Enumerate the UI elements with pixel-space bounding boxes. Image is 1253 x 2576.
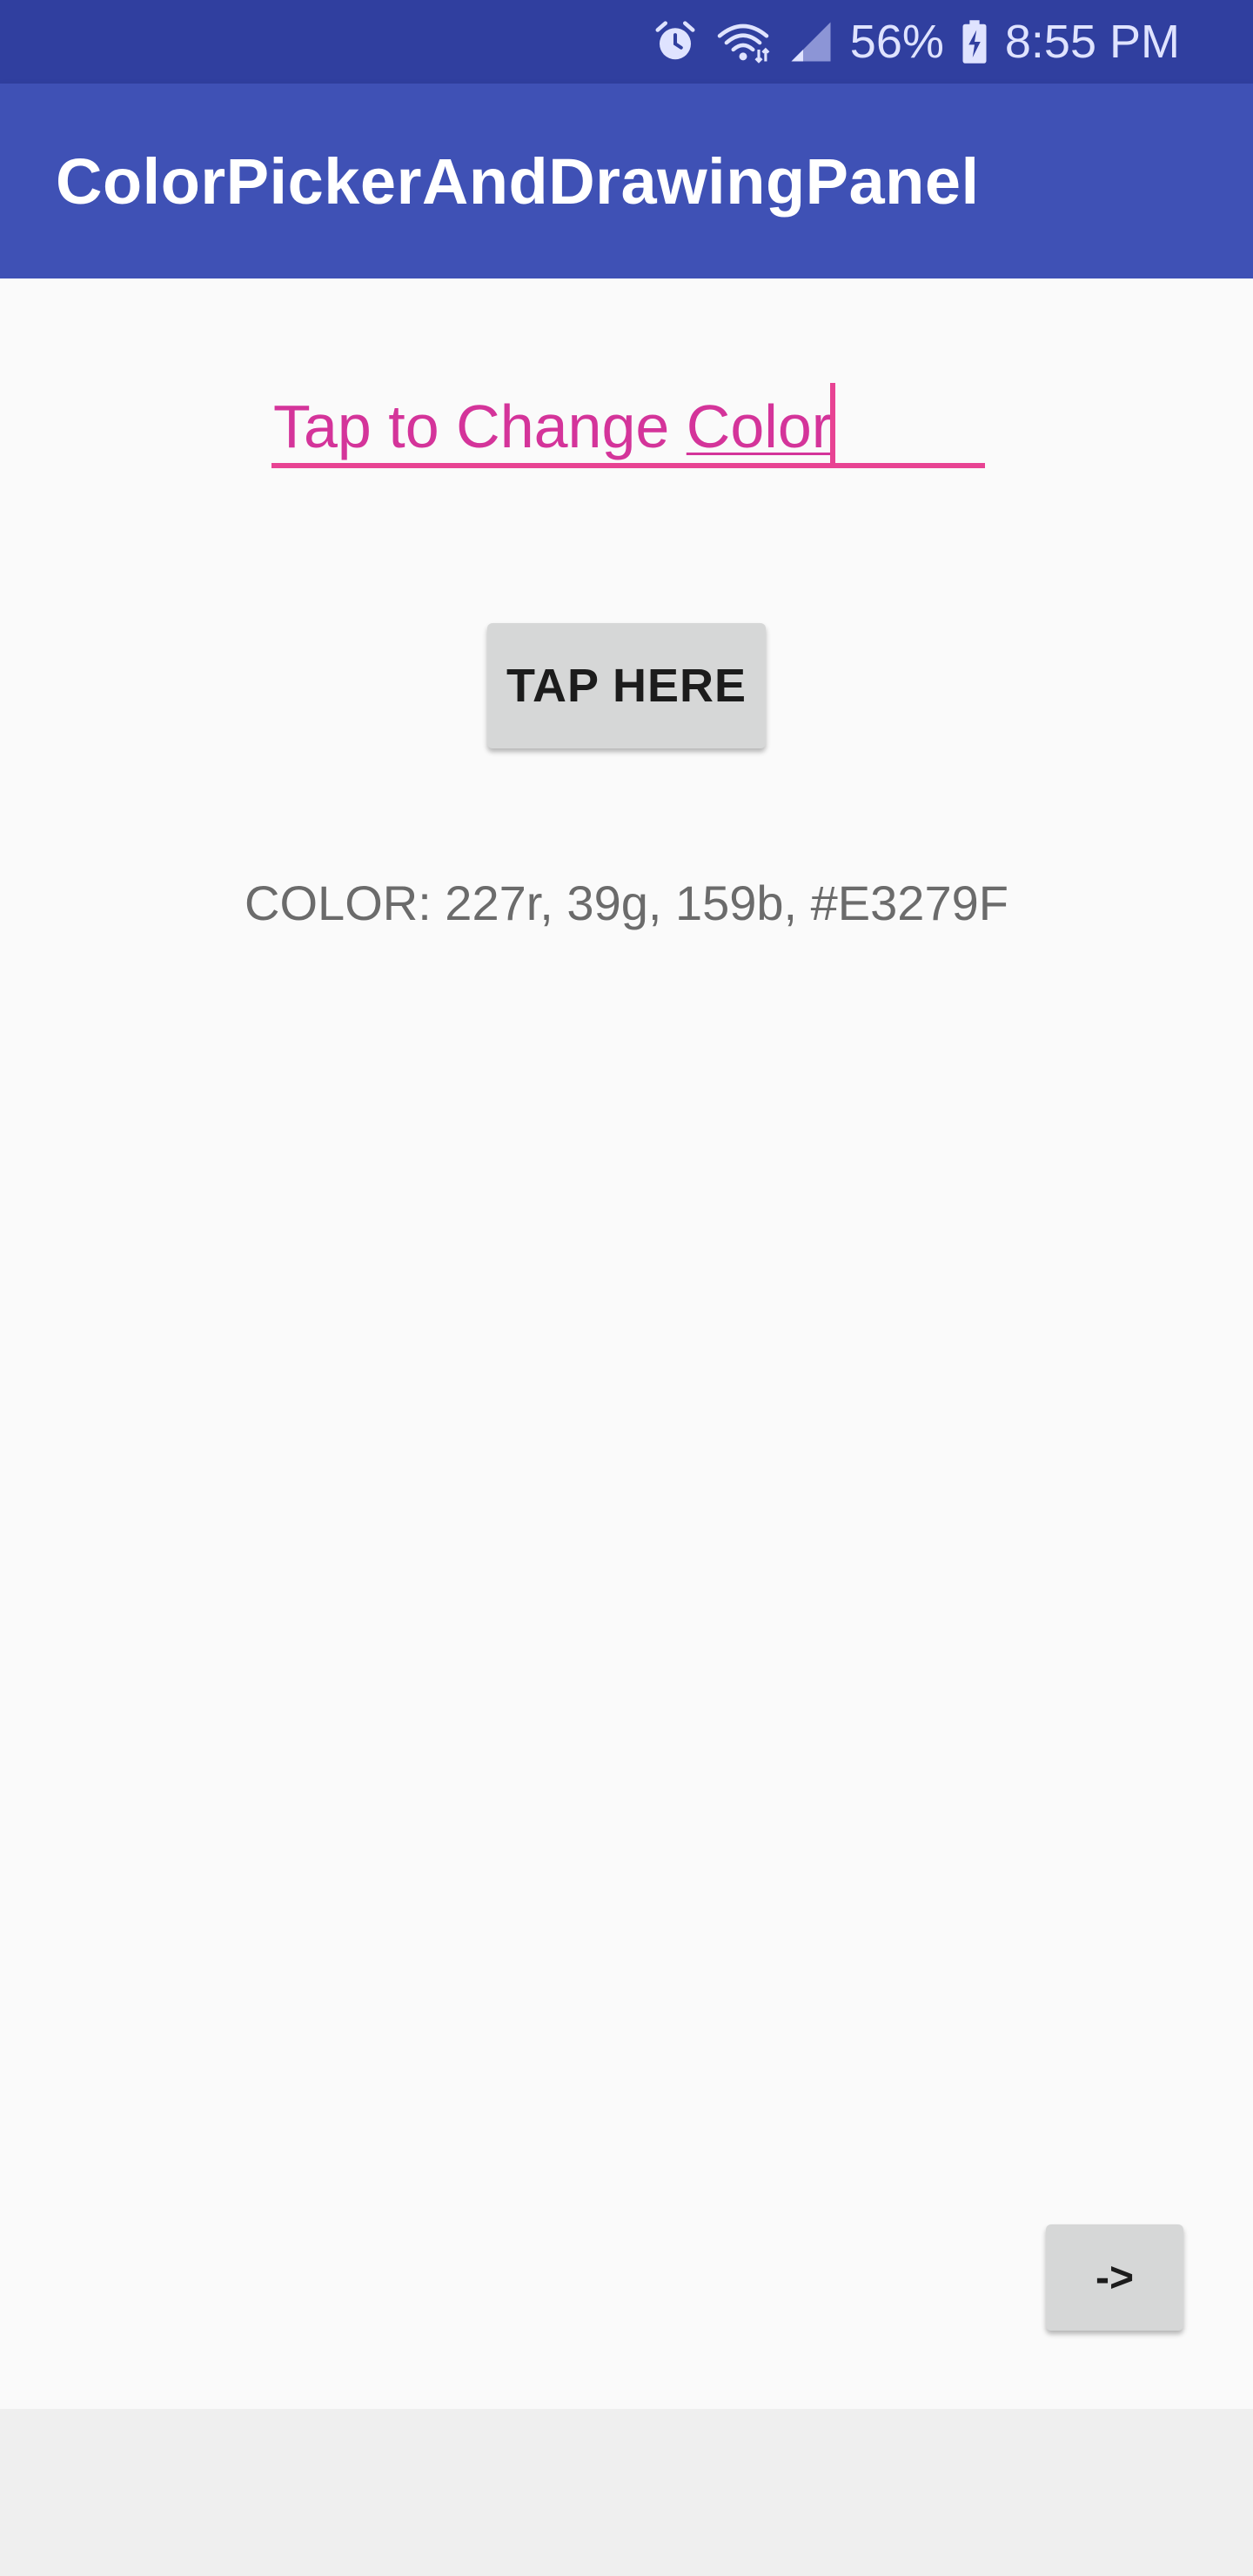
battery-charging-icon bbox=[960, 16, 989, 68]
bottom-area bbox=[0, 2409, 1253, 2576]
next-button[interactable]: -> bbox=[1046, 2224, 1183, 2331]
alarm-icon bbox=[652, 16, 699, 68]
status-bar: 56% 8:55 PM bbox=[0, 0, 1253, 84]
screen: 56% 8:55 PM ColorPickerAndDrawingPanel T… bbox=[0, 0, 1253, 2576]
main-content: Tap to Change Color TAP HERE COLOR: 227r… bbox=[0, 278, 1253, 2409]
color-text-field[interactable]: Tap to Change Color bbox=[271, 371, 985, 468]
text-field-value-suffix: Color bbox=[686, 392, 833, 460]
text-field-value-prefix: Tap to Change bbox=[273, 392, 687, 460]
app-title: ColorPickerAndDrawingPanel bbox=[56, 144, 980, 218]
battery-percent: 56% bbox=[849, 16, 944, 68]
signal-icon bbox=[787, 16, 834, 68]
text-field-value: Tap to Change Color bbox=[273, 383, 836, 466]
tap-here-button[interactable]: TAP HERE bbox=[487, 623, 766, 748]
color-readout: COLOR: 227r, 39g, 159b, #E3279F bbox=[245, 875, 1008, 930]
wifi-icon bbox=[714, 16, 772, 68]
text-cursor bbox=[830, 383, 836, 466]
app-bar: ColorPickerAndDrawingPanel bbox=[0, 84, 1253, 278]
status-time: 8:55 PM bbox=[1004, 16, 1180, 68]
status-icons: 56% 8:55 PM bbox=[652, 0, 1180, 84]
